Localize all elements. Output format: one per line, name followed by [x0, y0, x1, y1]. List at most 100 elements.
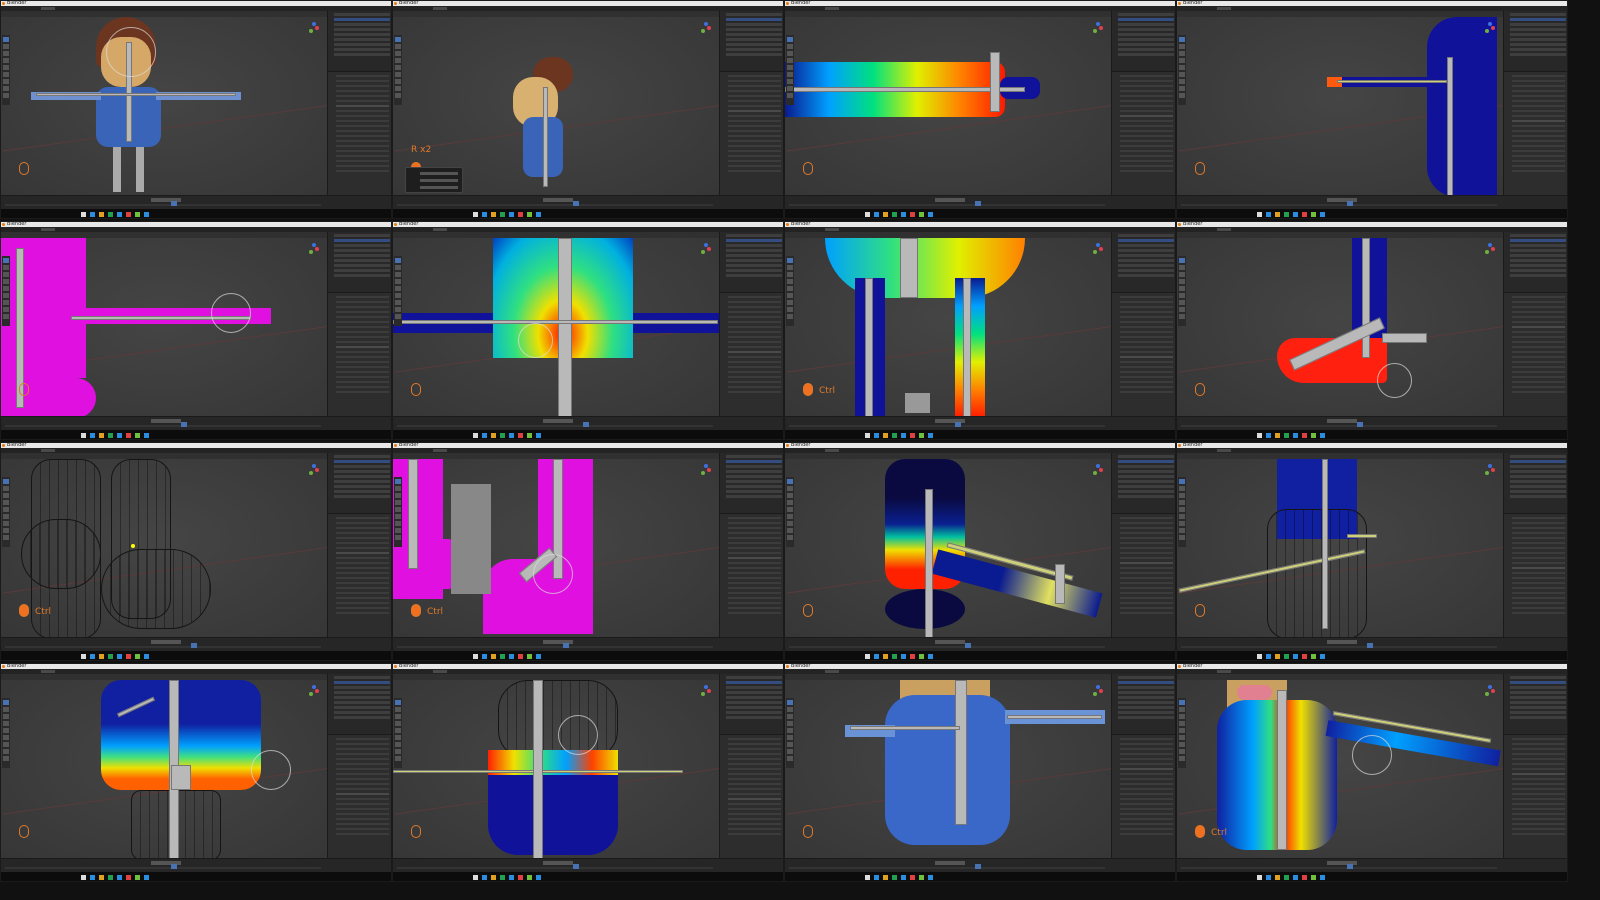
3d-viewport[interactable]: Ctrl [393, 459, 719, 637]
outliner-row[interactable] [726, 701, 782, 704]
outliner-row[interactable] [1510, 28, 1566, 31]
gizmo-axis-icon[interactable] [1096, 464, 1100, 468]
property-row[interactable] [1120, 587, 1173, 589]
taskbar-app-icon[interactable] [509, 654, 514, 659]
tool-icon[interactable] [395, 756, 401, 761]
property-row[interactable] [1512, 85, 1565, 87]
current-frame-indicator[interactable] [1347, 201, 1353, 206]
tool-icon[interactable] [3, 528, 9, 533]
outliner-row[interactable] [334, 465, 390, 468]
property-row[interactable] [336, 522, 389, 524]
taskbar-app-icon[interactable] [892, 433, 897, 438]
property-row[interactable] [728, 783, 781, 785]
timeline-ruler[interactable] [397, 425, 713, 427]
property-row[interactable] [728, 768, 781, 770]
gizmo-axis-icon[interactable] [1099, 689, 1103, 693]
tool-shelf[interactable] [786, 256, 794, 326]
property-row[interactable] [336, 336, 389, 338]
property-row[interactable] [336, 105, 389, 107]
outliner-row[interactable] [726, 676, 782, 679]
armature-bone[interactable] [925, 489, 933, 637]
outliner-row[interactable] [334, 48, 390, 51]
taskbar-app-icon[interactable] [883, 433, 888, 438]
properties-panel[interactable] [719, 292, 783, 416]
navigation-gizmo-icon[interactable] [307, 242, 321, 256]
tool-icon[interactable] [1179, 286, 1185, 291]
property-row[interactable] [336, 90, 389, 92]
tool-icon[interactable] [3, 742, 9, 747]
property-row[interactable] [728, 557, 781, 559]
current-frame-indicator[interactable] [171, 864, 177, 869]
property-row[interactable] [728, 326, 781, 328]
tool-icon[interactable] [3, 272, 9, 277]
properties-panel[interactable] [1111, 734, 1175, 858]
workspace-tab-active[interactable] [1217, 228, 1231, 231]
taskbar-app-icon[interactable] [910, 875, 915, 880]
outliner-row[interactable] [334, 495, 390, 498]
property-row[interactable] [1512, 381, 1565, 383]
property-row[interactable] [728, 336, 781, 338]
property-row[interactable] [728, 301, 781, 303]
tool-icon[interactable] [1179, 58, 1185, 63]
tool-icon[interactable] [1179, 707, 1185, 712]
taskbar-app-icon[interactable] [536, 433, 541, 438]
taskbar-app-icon[interactable] [117, 654, 122, 659]
property-row[interactable] [336, 95, 389, 97]
outliner-row[interactable] [726, 686, 782, 689]
tool-icon[interactable] [787, 293, 793, 298]
timeline[interactable] [393, 416, 783, 430]
property-row[interactable] [1512, 135, 1565, 137]
taskbar-app-icon[interactable] [928, 212, 933, 217]
property-row[interactable] [336, 602, 389, 604]
timeline-ruler[interactable] [5, 425, 321, 427]
outliner-row[interactable] [726, 53, 782, 56]
property-row[interactable] [1512, 833, 1565, 835]
property-row[interactable] [336, 753, 389, 755]
property-row[interactable] [1120, 376, 1173, 378]
property-row[interactable] [1120, 743, 1173, 745]
property-row[interactable] [1512, 386, 1565, 388]
outliner-row[interactable] [1118, 455, 1174, 458]
outliner-row[interactable] [726, 38, 782, 41]
timeline-ruler[interactable] [5, 646, 321, 648]
tool-icon[interactable] [787, 258, 793, 263]
tool-shelf[interactable] [394, 477, 402, 547]
outliner-row[interactable] [334, 485, 390, 488]
property-row[interactable] [336, 346, 389, 348]
property-row[interactable] [1120, 537, 1173, 539]
property-row[interactable] [336, 381, 389, 383]
property-row[interactable] [1120, 296, 1173, 298]
property-row[interactable] [728, 582, 781, 584]
workspace-tab-active[interactable] [825, 449, 839, 452]
property-row[interactable] [1120, 768, 1173, 770]
outliner-row[interactable] [1510, 259, 1566, 262]
tool-icon[interactable] [395, 93, 401, 98]
property-row[interactable] [1512, 753, 1565, 755]
property-row[interactable] [1120, 346, 1173, 348]
property-row[interactable] [1120, 803, 1173, 805]
timeline-ruler[interactable] [5, 204, 321, 206]
tool-icon[interactable] [395, 314, 401, 319]
current-frame-indicator[interactable] [1347, 864, 1353, 869]
property-row[interactable] [728, 95, 781, 97]
tool-icon[interactable] [1179, 735, 1185, 740]
properties-panel[interactable] [1111, 292, 1175, 416]
property-row[interactable] [728, 351, 781, 353]
taskbar-app-icon[interactable] [928, 433, 933, 438]
property-row[interactable] [1512, 306, 1565, 308]
taskbar-app-icon[interactable] [1320, 433, 1325, 438]
navigation-gizmo-icon[interactable] [307, 463, 321, 477]
property-row[interactable] [1512, 763, 1565, 765]
outliner-row[interactable] [334, 711, 390, 714]
outliner-row[interactable] [726, 264, 782, 267]
property-row[interactable] [728, 537, 781, 539]
property-row[interactable] [336, 572, 389, 574]
tool-icon[interactable] [787, 535, 793, 540]
outliner-row[interactable] [1510, 23, 1566, 26]
navigation-gizmo-icon[interactable] [1091, 242, 1105, 256]
taskbar-app-icon[interactable] [874, 654, 879, 659]
tool-icon[interactable] [3, 735, 9, 740]
property-row[interactable] [1512, 341, 1565, 343]
property-row[interactable] [1512, 80, 1565, 82]
tool-icon[interactable] [787, 521, 793, 526]
